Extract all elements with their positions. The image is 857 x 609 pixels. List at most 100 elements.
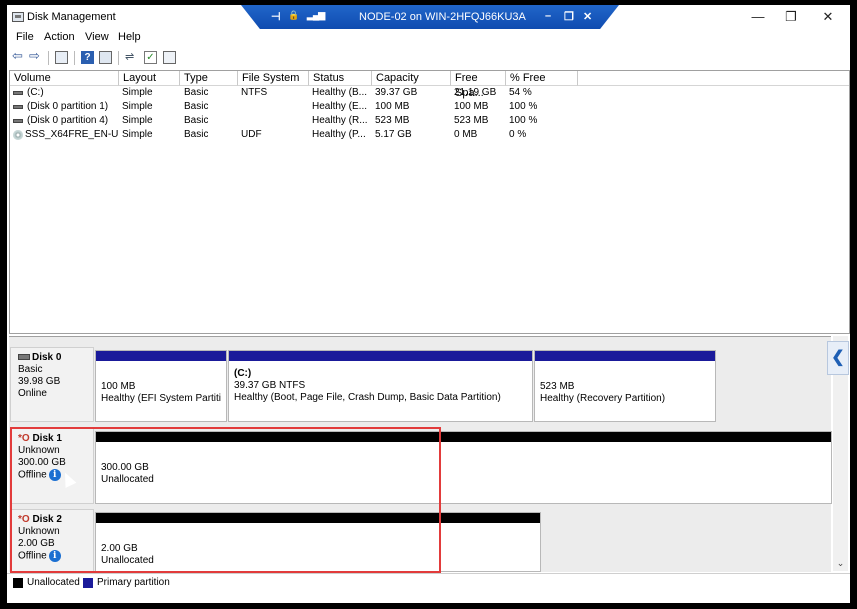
menu-view[interactable]: View xyxy=(85,31,109,43)
partition-size: 100 MB xyxy=(101,381,136,392)
menu-help[interactable]: Help xyxy=(118,31,141,43)
toolbar-separator xyxy=(74,51,75,65)
column-header-free-space[interactable]: Free Spa... xyxy=(451,71,506,99)
cell-status: Healthy (P... xyxy=(312,129,366,140)
drive-icon xyxy=(13,91,23,95)
highlight-box xyxy=(10,427,441,573)
cell-type: Basic xyxy=(184,87,209,98)
back-arrow-icon[interactable]: ⇦ xyxy=(12,49,25,62)
cell-free-space: 523 MB xyxy=(454,115,489,126)
primary-partition-bar xyxy=(535,351,715,361)
toolbar: ⇦ ⇨ ? ⇌ ✓ xyxy=(7,47,850,69)
legend: Unallocated Primary partition xyxy=(7,573,850,594)
cell-status: Healthy (E... xyxy=(312,101,368,112)
table-row[interactable]: SSS_X64FRE_EN-U... Simple Basic UDF Heal… xyxy=(10,128,849,142)
partition-status: Healthy (Boot, Page File, Crash Dump, Ba… xyxy=(234,392,501,403)
cell-volume: (Disk 0 partition 1) xyxy=(27,101,109,112)
legend-swatch-unallocated xyxy=(13,578,23,588)
cell-percent-free: 100 % xyxy=(509,101,538,112)
cell-percent-free: 54 % xyxy=(509,87,532,98)
remote-minimize-button[interactable]: – xyxy=(545,10,551,22)
collapse-pane-icon[interactable]: ❮ xyxy=(827,341,849,375)
cell-capacity: 100 MB xyxy=(375,101,410,112)
column-header-status[interactable]: Status xyxy=(309,71,372,86)
disk-management-window: Disk Management — ❐ ✕ ⊣ 🔒 ▂▄▆ NODE-02 on… xyxy=(7,5,850,603)
cell-type: Basic xyxy=(184,115,209,126)
scroll-down-icon[interactable]: ⌄ xyxy=(833,557,848,569)
view-list-icon[interactable] xyxy=(163,51,176,64)
cell-percent-free: 100 % xyxy=(509,115,538,126)
window-title: Disk Management xyxy=(27,11,116,23)
menu-file[interactable]: File xyxy=(16,31,34,43)
check-icon[interactable]: ✓ xyxy=(144,51,157,64)
partition-size: 39.37 GB NTFS xyxy=(234,380,306,391)
cell-status: Healthy (B... xyxy=(312,87,368,98)
close-button[interactable]: ✕ xyxy=(818,8,838,26)
column-header-layout[interactable]: Layout xyxy=(119,71,180,86)
disk-0-partition-c[interactable]: (C:) 39.37 GB NTFS Healthy (Boot, Page F… xyxy=(228,350,533,422)
primary-partition-bar xyxy=(96,351,226,361)
disk-0-label[interactable]: Disk 0 Basic 39.98 GB Online xyxy=(10,347,94,422)
toolbar-separator xyxy=(48,51,49,65)
cell-capacity: 523 MB xyxy=(375,115,410,126)
cell-capacity: 5.17 GB xyxy=(375,129,412,140)
minimize-button[interactable]: — xyxy=(748,8,768,26)
connect-icon[interactable]: ⇌ xyxy=(125,51,138,64)
table-row[interactable]: (Disk 0 partition 1) Simple Basic Health… xyxy=(10,100,849,114)
column-header-type[interactable]: Type xyxy=(180,71,238,86)
cell-percent-free: 0 % xyxy=(509,129,527,140)
cell-free-space: 0 MB xyxy=(454,129,478,140)
cell-free-space: 21.19 GB xyxy=(454,87,497,98)
cell-status: Healthy (R... xyxy=(312,115,368,126)
disk-size: 39.98 GB xyxy=(18,376,61,387)
help-icon[interactable]: ? xyxy=(81,51,94,64)
drive-icon xyxy=(13,119,23,123)
table-row[interactable]: (C:) Simple Basic NTFS Healthy (B... 39.… xyxy=(10,86,849,100)
legend-swatch-primary xyxy=(83,578,93,588)
disk-0-partition-efi[interactable]: 100 MB Healthy (EFI System Partitio xyxy=(95,350,227,422)
primary-partition-bar xyxy=(229,351,532,361)
remote-close-button[interactable]: ✕ xyxy=(583,10,592,23)
lock-icon: 🔒 xyxy=(288,10,300,20)
legend-label-unallocated: Unallocated xyxy=(27,577,80,588)
menu-action[interactable]: Action xyxy=(44,31,75,43)
remote-connection-bar: ⊣ 🔒 ▂▄▆ NODE-02 on WIN-2HFQJ66KU3A – ❐ ✕ xyxy=(241,5,619,29)
forward-arrow-icon[interactable]: ⇨ xyxy=(29,49,42,62)
column-header-percent-free[interactable]: % Free xyxy=(506,71,578,86)
table-row[interactable]: (Disk 0 partition 4) Simple Basic Health… xyxy=(10,114,849,128)
restore-button[interactable]: ❐ xyxy=(781,8,801,26)
cell-type: Basic xyxy=(184,101,209,112)
disk-type: Basic xyxy=(18,364,43,375)
cell-volume: (Disk 0 partition 4) xyxy=(27,115,109,126)
remote-restore-button[interactable]: ❐ xyxy=(564,10,574,23)
cell-file-system: NTFS xyxy=(241,87,268,98)
column-header-capacity[interactable]: Capacity xyxy=(372,71,451,86)
menu-bar: File Action View Help xyxy=(7,29,850,47)
cell-file-system: UDF xyxy=(241,129,262,140)
cell-type: Basic xyxy=(184,129,209,140)
disk-state: Online xyxy=(18,388,47,399)
partition-status: Healthy (EFI System Partitio xyxy=(101,393,221,404)
cell-capacity: 39.37 GB xyxy=(375,87,418,98)
remote-connection-title: NODE-02 on WIN-2HFQJ66KU3A xyxy=(359,11,526,23)
disk-0-partition-recovery[interactable]: 523 MB Healthy (Recovery Partition) xyxy=(534,350,716,422)
toolbar-separator xyxy=(118,51,119,65)
column-header-volume[interactable]: Volume xyxy=(10,71,119,86)
cell-layout: Simple xyxy=(122,101,153,112)
volume-list[interactable]: Volume Layout Type File System Status Ca… xyxy=(9,70,850,334)
disc-icon xyxy=(13,130,23,140)
properties-icon[interactable] xyxy=(99,51,112,64)
column-header-file-system[interactable]: File System xyxy=(238,71,309,86)
drive-icon xyxy=(13,105,23,109)
pin-icon[interactable]: ⊣ xyxy=(271,10,281,23)
signal-icon: ▂▄▆ xyxy=(307,10,325,20)
disk-management-app-icon xyxy=(12,12,24,22)
cell-free-space: 100 MB xyxy=(454,101,489,112)
cell-layout: Simple xyxy=(122,115,153,126)
drive-icon-small xyxy=(18,354,30,361)
cell-layout: Simple xyxy=(122,87,153,98)
show-hide-console-tree-icon[interactable] xyxy=(55,51,68,64)
partition-status: Healthy (Recovery Partition) xyxy=(540,393,666,404)
disk-name: Disk 0 xyxy=(32,352,62,363)
cell-layout: Simple xyxy=(122,129,153,140)
